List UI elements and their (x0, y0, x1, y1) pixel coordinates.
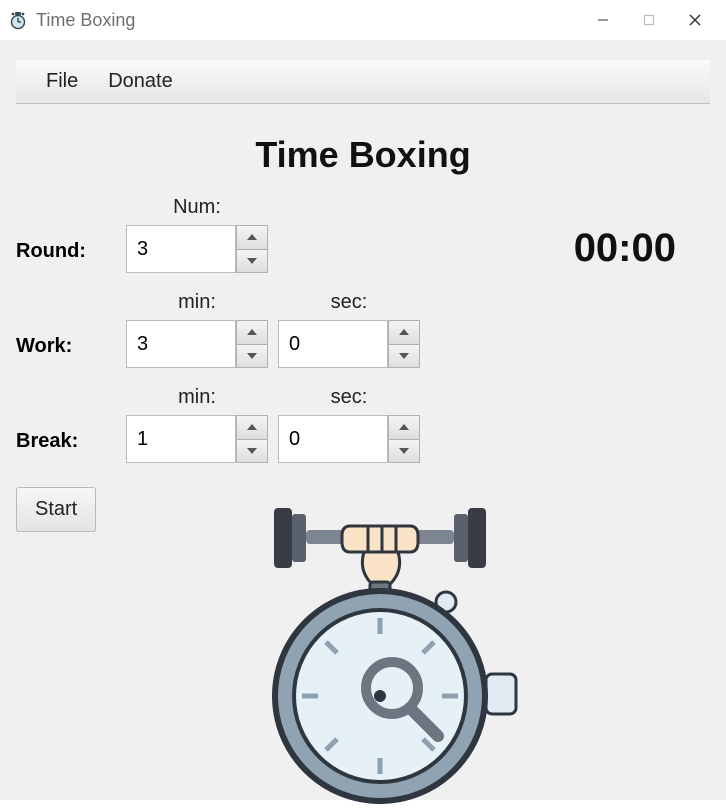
titlebar: Time Boxing (0, 0, 726, 40)
break-sec-spinner (278, 415, 420, 463)
break-sec-input[interactable] (278, 415, 388, 463)
window-title: Time Boxing (36, 10, 135, 31)
break-row: Break: min: sec: (16, 386, 710, 463)
close-button[interactable] (672, 0, 718, 40)
client-area: File Donate Time Boxing 00:00 Round: Num… (0, 40, 726, 800)
app-icon (8, 10, 28, 30)
break-label: Break: (16, 430, 116, 463)
break-min-down[interactable] (236, 440, 268, 464)
break-min-up[interactable] (236, 415, 268, 440)
work-min-up[interactable] (236, 320, 268, 345)
work-sec-input[interactable] (278, 320, 388, 368)
round-num-spinner (126, 225, 268, 273)
work-sec-header: sec: (331, 291, 368, 314)
menu-donate[interactable]: Donate (108, 70, 173, 93)
break-sec-down[interactable] (388, 440, 420, 464)
maximize-button[interactable] (626, 0, 672, 40)
num-header: Num: (173, 196, 221, 219)
work-min-down[interactable] (236, 345, 268, 369)
work-label: Work: (16, 335, 116, 368)
round-num-down[interactable] (236, 250, 268, 274)
round-num-input[interactable] (126, 225, 236, 273)
break-min-spinner (126, 415, 268, 463)
minimize-button[interactable] (580, 0, 626, 40)
work-min-spinner (126, 320, 268, 368)
break-sec-header: sec: (331, 386, 368, 409)
timer-display: 00:00 (574, 226, 676, 271)
break-min-header: min: (178, 386, 216, 409)
work-sec-down[interactable] (388, 345, 420, 369)
menu-file[interactable]: File (46, 70, 78, 93)
break-sec-up[interactable] (388, 415, 420, 440)
work-min-header: min: (178, 291, 216, 314)
start-button[interactable]: Start (16, 487, 96, 532)
work-sec-up[interactable] (388, 320, 420, 345)
menubar: File Donate (16, 60, 710, 104)
work-sec-spinner (278, 320, 420, 368)
break-min-input[interactable] (126, 415, 236, 463)
stopwatch-illustration-icon (240, 496, 520, 806)
round-num-up[interactable] (236, 225, 268, 250)
page-title: Time Boxing (0, 134, 726, 176)
work-min-input[interactable] (126, 320, 236, 368)
work-row: Work: min: sec: (16, 291, 710, 368)
round-label: Round: (16, 240, 116, 273)
